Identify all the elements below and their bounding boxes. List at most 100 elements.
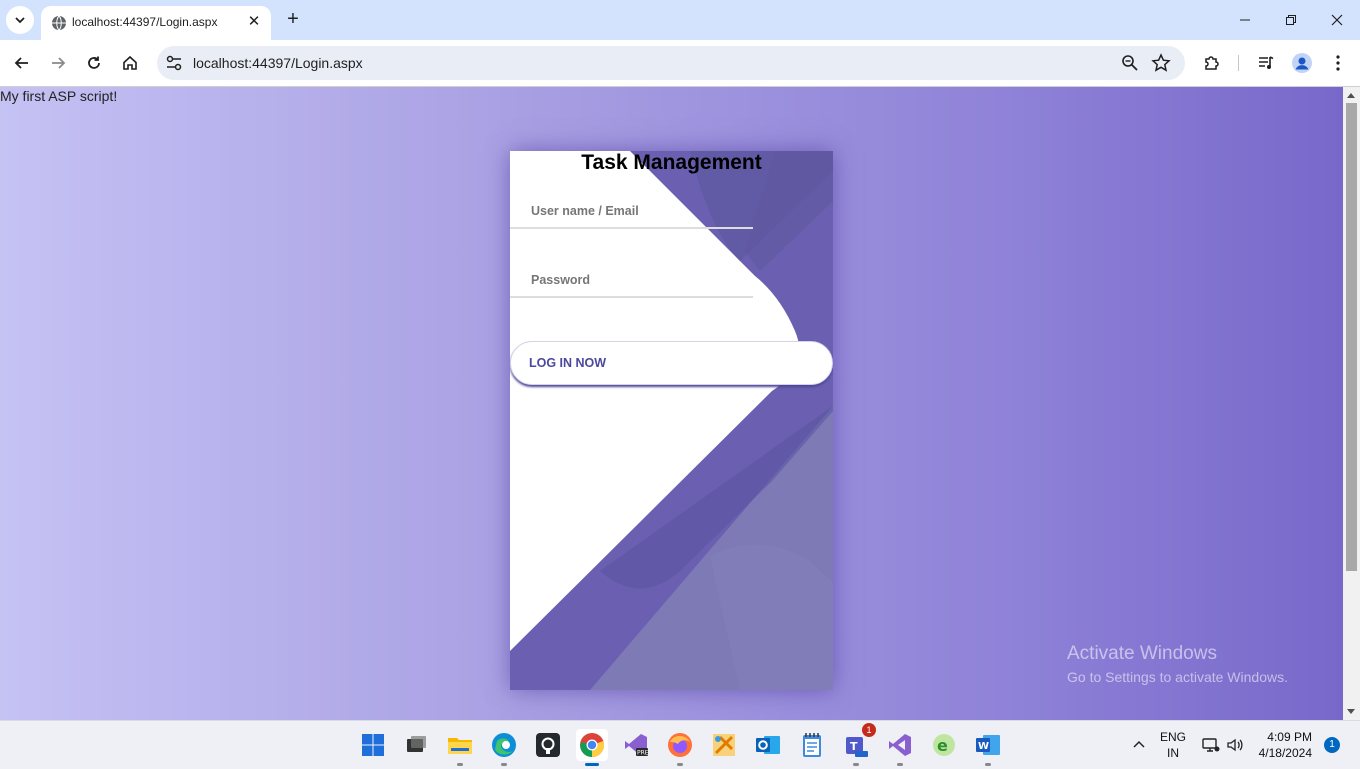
- task-view-icon: [407, 736, 426, 752]
- github-desktop-button[interactable]: [532, 729, 564, 761]
- visual-studio-button[interactable]: [884, 729, 916, 766]
- file-explorer-icon: [448, 738, 472, 754]
- teams-button[interactable]: T 1: [840, 723, 876, 766]
- clock-date: 4/18/2024: [1258, 746, 1312, 760]
- login-card: Task Management User name / Email Passwo…: [510, 151, 833, 690]
- tab-close-icon[interactable]: ✕: [245, 13, 263, 31]
- file-explorer-button[interactable]: [444, 729, 476, 766]
- profile-button[interactable]: [1289, 50, 1315, 76]
- scroll-up-arrow-icon[interactable]: [1347, 93, 1355, 98]
- tab-title: localhost:44397/Login.aspx: [72, 15, 218, 29]
- avatar: [1292, 53, 1312, 73]
- excel-like-icon: e: [933, 734, 955, 756]
- site-settings-icon[interactable]: [165, 54, 183, 72]
- tools-button[interactable]: [708, 729, 740, 761]
- firefox-icon: [668, 733, 692, 757]
- region-code: IN: [1167, 746, 1179, 760]
- running-indicator: [457, 763, 463, 766]
- task-view-button[interactable]: [400, 729, 432, 761]
- clock-time: 4:09 PM: [1267, 730, 1312, 744]
- visual-studio-preview-button[interactable]: PRE: [620, 729, 652, 761]
- minimize-button[interactable]: [1232, 8, 1258, 32]
- puzzle-icon: [1205, 56, 1219, 70]
- network-icon: [1202, 738, 1220, 752]
- taskbar: PRE T 1 e W ENG IN 4:09 PM 4/18/2024 1: [0, 720, 1360, 769]
- start-icon: [362, 734, 384, 756]
- chevron-down-icon: [15, 17, 25, 24]
- home-icon: [123, 55, 137, 70]
- tab-search-button[interactable]: [6, 6, 34, 34]
- reload-button[interactable]: [81, 50, 107, 76]
- more-vertical-icon: [1336, 55, 1340, 71]
- outlook-button[interactable]: [752, 729, 784, 761]
- volume-button[interactable]: [1226, 736, 1244, 754]
- tray-overflow-button[interactable]: [1131, 737, 1147, 753]
- visual-studio-icon: [889, 734, 911, 756]
- running-indicator: [677, 763, 683, 766]
- visual-studio-preview-icon: PRE: [625, 734, 649, 757]
- new-tab-button[interactable]: +: [282, 8, 304, 30]
- menu-button[interactable]: [1325, 50, 1351, 76]
- svg-text:W: W: [978, 741, 989, 752]
- edge-icon: [492, 733, 516, 757]
- system-clock[interactable]: 4:09 PM 4/18/2024: [1252, 729, 1312, 761]
- svg-text:e: e: [937, 736, 948, 755]
- watermark-subtitle: Go to Settings to activate Windows.: [1067, 669, 1288, 685]
- watermark-title: Activate Windows: [1067, 643, 1217, 664]
- github-desktop-icon: [536, 733, 560, 757]
- scroll-down-arrow-icon[interactable]: [1347, 709, 1355, 714]
- notepad-button[interactable]: [796, 729, 828, 761]
- address-bar[interactable]: localhost:44397/Login.aspx: [157, 46, 1185, 80]
- browser-toolbar: localhost:44397/Login.aspx: [0, 40, 1360, 87]
- browser-tab[interactable]: localhost:44397/Login.aspx ✕: [41, 6, 271, 40]
- url-text[interactable]: localhost:44397/Login.aspx: [193, 55, 363, 71]
- home-button[interactable]: [117, 50, 143, 76]
- start-button[interactable]: [357, 729, 389, 761]
- firefox-button[interactable]: [664, 729, 696, 766]
- input-language-indicator[interactable]: ENG IN: [1160, 729, 1186, 761]
- restore-icon: [1286, 15, 1296, 25]
- volume-icon: [1227, 738, 1243, 752]
- media-button[interactable]: [1253, 50, 1279, 76]
- word-button[interactable]: W: [972, 729, 1004, 766]
- notepad-icon: [803, 733, 821, 757]
- username-field[interactable]: User name / Email: [510, 194, 753, 229]
- close-icon: [1331, 14, 1343, 26]
- edge-button[interactable]: [488, 729, 520, 766]
- running-indicator: [501, 763, 507, 766]
- arrow-left-icon: [14, 57, 28, 69]
- login-title: Task Management: [581, 151, 762, 174]
- activate-windows-watermark: Activate Windows Go to Settings to activ…: [1067, 643, 1288, 685]
- password-field[interactable]: Password: [510, 263, 753, 298]
- page-scrollbar[interactable]: [1343, 87, 1360, 720]
- back-button[interactable]: [9, 50, 35, 76]
- forward-button[interactable]: [45, 50, 71, 76]
- extensions-button[interactable]: [1199, 50, 1225, 76]
- zoom-icon[interactable]: [1121, 54, 1139, 72]
- media-queue-icon: [1259, 56, 1274, 69]
- bookmark-star-icon[interactable]: [1151, 53, 1171, 73]
- running-indicator: [897, 763, 903, 766]
- network-button[interactable]: [1202, 736, 1220, 754]
- tab-strip: localhost:44397/Login.aspx ✕ +: [0, 0, 1360, 40]
- chevron-up-icon: [1133, 740, 1145, 748]
- globe-icon: [52, 15, 66, 31]
- running-indicator: [853, 763, 859, 766]
- svg-text:PRE: PRE: [637, 750, 649, 757]
- password-placeholder: Password: [531, 273, 591, 287]
- chrome-button[interactable]: [576, 729, 608, 766]
- tools-icon: [713, 734, 735, 756]
- active-indicator: [585, 763, 599, 766]
- login-button[interactable]: LOG IN NOW: [510, 341, 833, 385]
- word-icon: W: [976, 735, 1000, 755]
- arrow-right-icon: [52, 57, 66, 69]
- close-window-button[interactable]: [1324, 8, 1350, 32]
- notification-count-badge[interactable]: 1: [1324, 737, 1340, 753]
- username-placeholder: User name / Email: [531, 204, 639, 218]
- green-e-app-button[interactable]: e: [928, 729, 960, 761]
- scroll-thumb[interactable]: [1346, 103, 1357, 571]
- chrome-icon: [580, 733, 605, 758]
- reload-icon: [88, 56, 100, 69]
- restore-button[interactable]: [1278, 8, 1304, 32]
- script-output-text: My first ASP script!: [0, 88, 118, 104]
